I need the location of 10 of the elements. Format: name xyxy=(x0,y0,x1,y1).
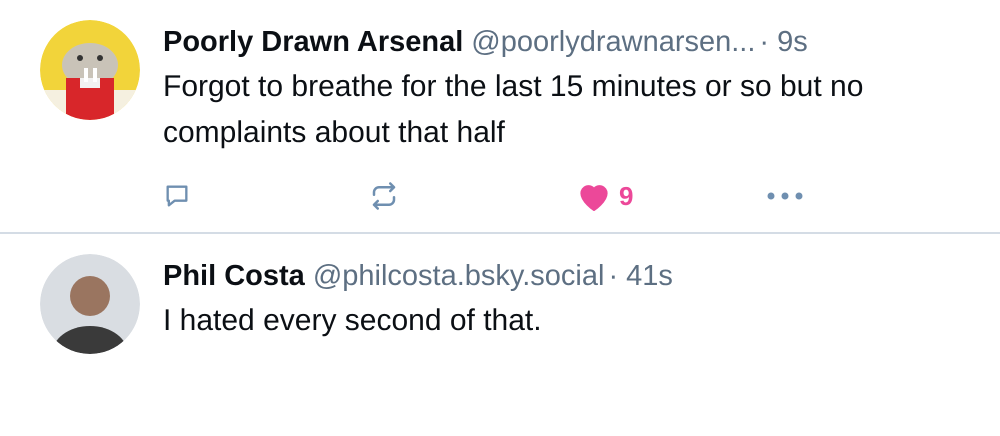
post-time: · 41s xyxy=(608,259,673,294)
author-name[interactable]: Phil Costa xyxy=(163,254,305,298)
more-icon[interactable] xyxy=(765,191,806,201)
author-name[interactable]: Poorly Drawn Arsenal xyxy=(163,20,464,64)
author-handle[interactable]: @philcosta.bsky.social xyxy=(312,254,604,298)
post-text: Forgot to breathe for the last 15 minutes or so but no complaints about that half xyxy=(163,69,864,151)
post-time: · 9s xyxy=(759,25,808,60)
post-text: I hated every second of that. xyxy=(163,303,543,339)
like-button[interactable]: 9 xyxy=(577,176,634,216)
author-handle[interactable]: @poorlydrawnarsen... xyxy=(471,20,756,64)
